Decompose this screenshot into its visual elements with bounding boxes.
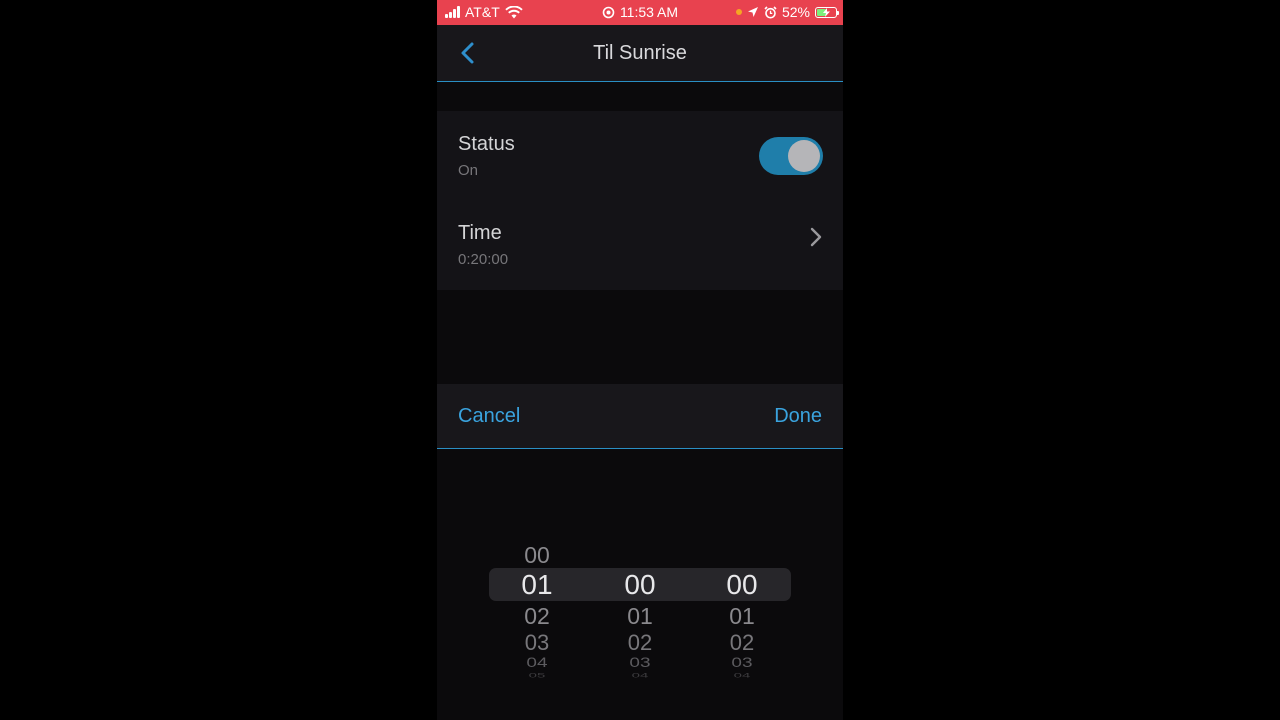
picker-option[interactable]: 03 <box>497 630 577 656</box>
picker-option[interactable]: 05 <box>497 672 577 680</box>
picker-option[interactable]: 02 <box>702 630 782 656</box>
status-label: Status <box>458 133 515 155</box>
chevron-right-icon <box>810 227 822 247</box>
navigation-bar: Til Sunrise <box>437 25 843 82</box>
status-toggle[interactable] <box>759 137 823 175</box>
picker-option[interactable]: 04 <box>702 672 782 680</box>
page-title: Til Sunrise <box>593 42 687 64</box>
picker-option[interactable]: 04 <box>600 672 680 680</box>
picker-option[interactable]: 02 <box>497 603 577 630</box>
time-value: 0:20:00 <box>458 251 509 268</box>
picker-option[interactable]: 04 <box>497 655 577 672</box>
location-ring-icon <box>602 6 615 18</box>
seconds-wheel[interactable]: 00 01 02 03 04 <box>702 449 782 720</box>
phone-screen: AT&T 11:53 AM 52% Til Sunrise Status On … <box>437 0 843 720</box>
time-picker: 00 01 02 03 04 05 00 01 02 03 04 00 01 0… <box>437 449 843 720</box>
status-bar-right: 52% <box>735 4 839 20</box>
status-row: Status On <box>437 111 843 200</box>
picker-option[interactable]: 00 <box>497 542 577 569</box>
picker-selected-option[interactable]: 01 <box>497 569 577 601</box>
picker-selected-option[interactable]: 00 <box>702 569 782 601</box>
battery-percent: 52% <box>781 4 810 20</box>
picker-option[interactable]: 01 <box>600 603 680 630</box>
time-label: Time <box>458 222 502 244</box>
cancel-button[interactable]: Cancel <box>458 405 520 428</box>
toggle-knob <box>788 140 820 172</box>
status-value: On <box>458 162 479 179</box>
time-row[interactable]: Time 0:20:00 <box>437 201 843 290</box>
picker-selected-option[interactable]: 00 <box>600 569 680 601</box>
status-bar: AT&T 11:53 AM 52% <box>437 0 843 25</box>
picker-toolbar: Cancel Done <box>437 384 843 449</box>
orange-dot-icon <box>735 9 742 15</box>
picker-option[interactable]: 02 <box>600 630 680 656</box>
location-arrow-icon <box>747 7 758 17</box>
alarm-icon <box>764 5 777 18</box>
picker-option[interactable]: 03 <box>600 655 680 672</box>
hours-wheel[interactable]: 00 01 02 03 04 05 <box>497 449 577 720</box>
picker-option[interactable]: 03 <box>702 655 782 672</box>
done-button[interactable]: Done <box>774 405 822 428</box>
battery-charging-icon <box>815 6 839 18</box>
settings-list: Status On Time 0:20:00 <box>437 111 843 290</box>
clock: 11:53 AM <box>619 4 679 20</box>
minutes-wheel[interactable]: 00 01 02 03 04 <box>600 449 680 720</box>
picker-option[interactable]: 01 <box>702 603 782 630</box>
